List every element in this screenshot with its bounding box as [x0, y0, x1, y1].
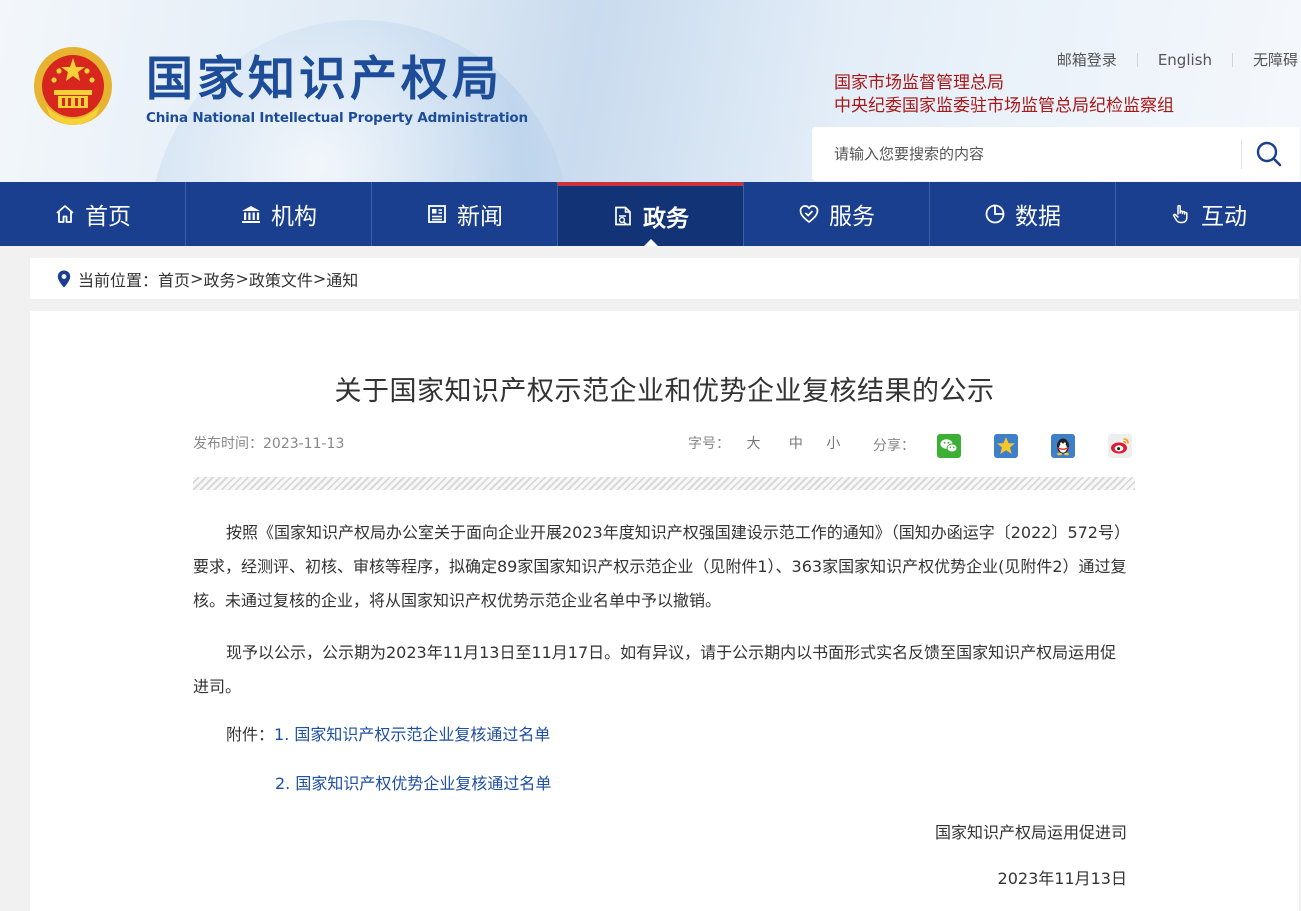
- nav-label: 互动: [1201, 204, 1247, 230]
- search-box: [812, 127, 1299, 181]
- accessibility-link[interactable]: 无障碍: [1233, 50, 1298, 70]
- nav-label: 首页: [85, 204, 131, 230]
- page-title: 关于国家知识产权示范企业和优势企业复核结果的公示: [334, 376, 995, 407]
- english-link[interactable]: English: [1138, 50, 1232, 70]
- mail-login-link[interactable]: 邮箱登录: [1037, 50, 1137, 70]
- attachment-label: 附件：: [226, 725, 275, 744]
- divider-stripe: [193, 477, 1135, 490]
- publish-date-value: 2023-11-13: [263, 436, 345, 452]
- nav-item-home[interactable]: 首页: [0, 182, 185, 246]
- discipline-inspection-link[interactable]: 中央纪委国家监委驻市场监管总局纪检监察组: [834, 95, 1174, 118]
- breadcrumb: 当前位置： 首页 > 政务 > 政策文件 > 通知: [30, 258, 1299, 299]
- qzone-icon[interactable]: [994, 434, 1018, 458]
- attachment-link-2[interactable]: 2. 国家知识产权优势企业复核通过名单: [275, 774, 551, 793]
- home-icon: [54, 203, 76, 225]
- search-input[interactable]: [812, 127, 1254, 181]
- nav-item-news[interactable]: 新闻: [371, 182, 557, 246]
- site-logo-chinese[interactable]: 国家知识产权局: [146, 52, 503, 108]
- attachment-link-1[interactable]: 1. 国家知识产权示范企业复核通过名单: [274, 725, 550, 744]
- breadcrumb-policy-documents[interactable]: 政策文件: [249, 267, 313, 291]
- breadcrumb-notice[interactable]: 通知: [326, 267, 358, 291]
- font-size-controls: 字号： 大 中 小: [688, 436, 840, 453]
- search-icon[interactable]: [1252, 139, 1286, 169]
- attachment-row: 2. 国家知识产权优势企业复核通过名单: [193, 767, 1127, 801]
- divider: [1241, 139, 1242, 169]
- document-icon: [612, 205, 634, 227]
- share-label: 分享：: [873, 437, 915, 454]
- font-size-small-button[interactable]: 小: [826, 436, 840, 452]
- news-icon: [426, 203, 448, 225]
- site-header: 国家知识产权局 China National Intellectual Prop…: [0, 0, 1301, 182]
- signature-date: 2023年11月13日: [997, 869, 1127, 888]
- article-meta: 发布时间：2023-11-13 字号： 大 中 小 分享：: [193, 434, 1135, 462]
- breadcrumb-separator: >: [235, 269, 249, 288]
- publish-date: 发布时间：2023-11-13: [193, 436, 344, 453]
- weibo-icon[interactable]: [1108, 434, 1132, 458]
- nav-label: 政务: [643, 206, 689, 232]
- pie-chart-icon: [984, 203, 1006, 225]
- font-size-large-button[interactable]: 大: [746, 436, 760, 452]
- breadcrumb-separator: >: [190, 269, 204, 288]
- main-nav: 首页 机构 新闻 政务 服务 数据 互动: [0, 182, 1301, 246]
- samr-link[interactable]: 国家市场监督管理总局: [834, 72, 1174, 95]
- font-size-medium-button[interactable]: 中: [789, 436, 803, 452]
- signature-organization: 国家知识产权局运用促进司: [934, 823, 1127, 842]
- breadcrumb-government-affairs[interactable]: 政务: [203, 267, 235, 291]
- wechat-icon[interactable]: [937, 434, 961, 458]
- nav-item-institution[interactable]: 机构: [185, 182, 371, 246]
- related-agency-links: 国家市场监督管理总局 中央纪委国家监委驻市场监管总局纪检监察组: [834, 72, 1174, 118]
- article-body: 按照《国家知识产权局办公室关于面向企业开展2023年度知识产权强国建设示范工作的…: [193, 516, 1127, 896]
- service-icon: [798, 203, 820, 225]
- nav-label: 机构: [271, 204, 317, 230]
- nav-label: 新闻: [457, 204, 503, 230]
- nav-item-interaction[interactable]: 互动: [1115, 182, 1301, 246]
- breadcrumb-separator: >: [312, 269, 327, 288]
- article-container: 关于国家知识产权示范企业和优势企业复核结果的公示 发布时间：2023-11-13…: [30, 311, 1299, 911]
- nav-item-data[interactable]: 数据: [929, 182, 1115, 246]
- site-logo-english[interactable]: China National Intellectual Property Adm…: [146, 110, 528, 126]
- attachment-row: 附件：1. 国家知识产权示范企业复核通过名单: [193, 718, 1127, 752]
- article-paragraph: 按照《国家知识产权局办公室关于面向企业开展2023年度知识产权强国建设示范工作的…: [193, 523, 1127, 610]
- institution-icon: [240, 203, 262, 225]
- qq-icon[interactable]: [1051, 434, 1075, 458]
- location-pin-icon: [57, 270, 71, 287]
- breadcrumb-prefix: 当前位置：: [78, 270, 159, 290]
- font-size-label: 字号：: [688, 436, 730, 452]
- share-controls: 分享：: [873, 434, 1132, 458]
- national-emblem-icon: [34, 47, 112, 125]
- article-paragraph: 现予以公示，公示期为2023年11月13日至11月17日。如有异议，请于公示期内…: [193, 643, 1117, 696]
- hand-pointer-icon: [1170, 203, 1192, 225]
- nav-item-government-affairs[interactable]: 政务: [557, 182, 743, 246]
- publish-label: 发布时间：: [193, 436, 263, 452]
- nav-label: 数据: [1015, 204, 1061, 230]
- nav-item-service[interactable]: 服务: [743, 182, 929, 246]
- nav-label: 服务: [829, 204, 875, 230]
- top-links: 邮箱登录 English 无障碍: [1037, 50, 1298, 70]
- breadcrumb-home[interactable]: 首页: [158, 267, 190, 291]
